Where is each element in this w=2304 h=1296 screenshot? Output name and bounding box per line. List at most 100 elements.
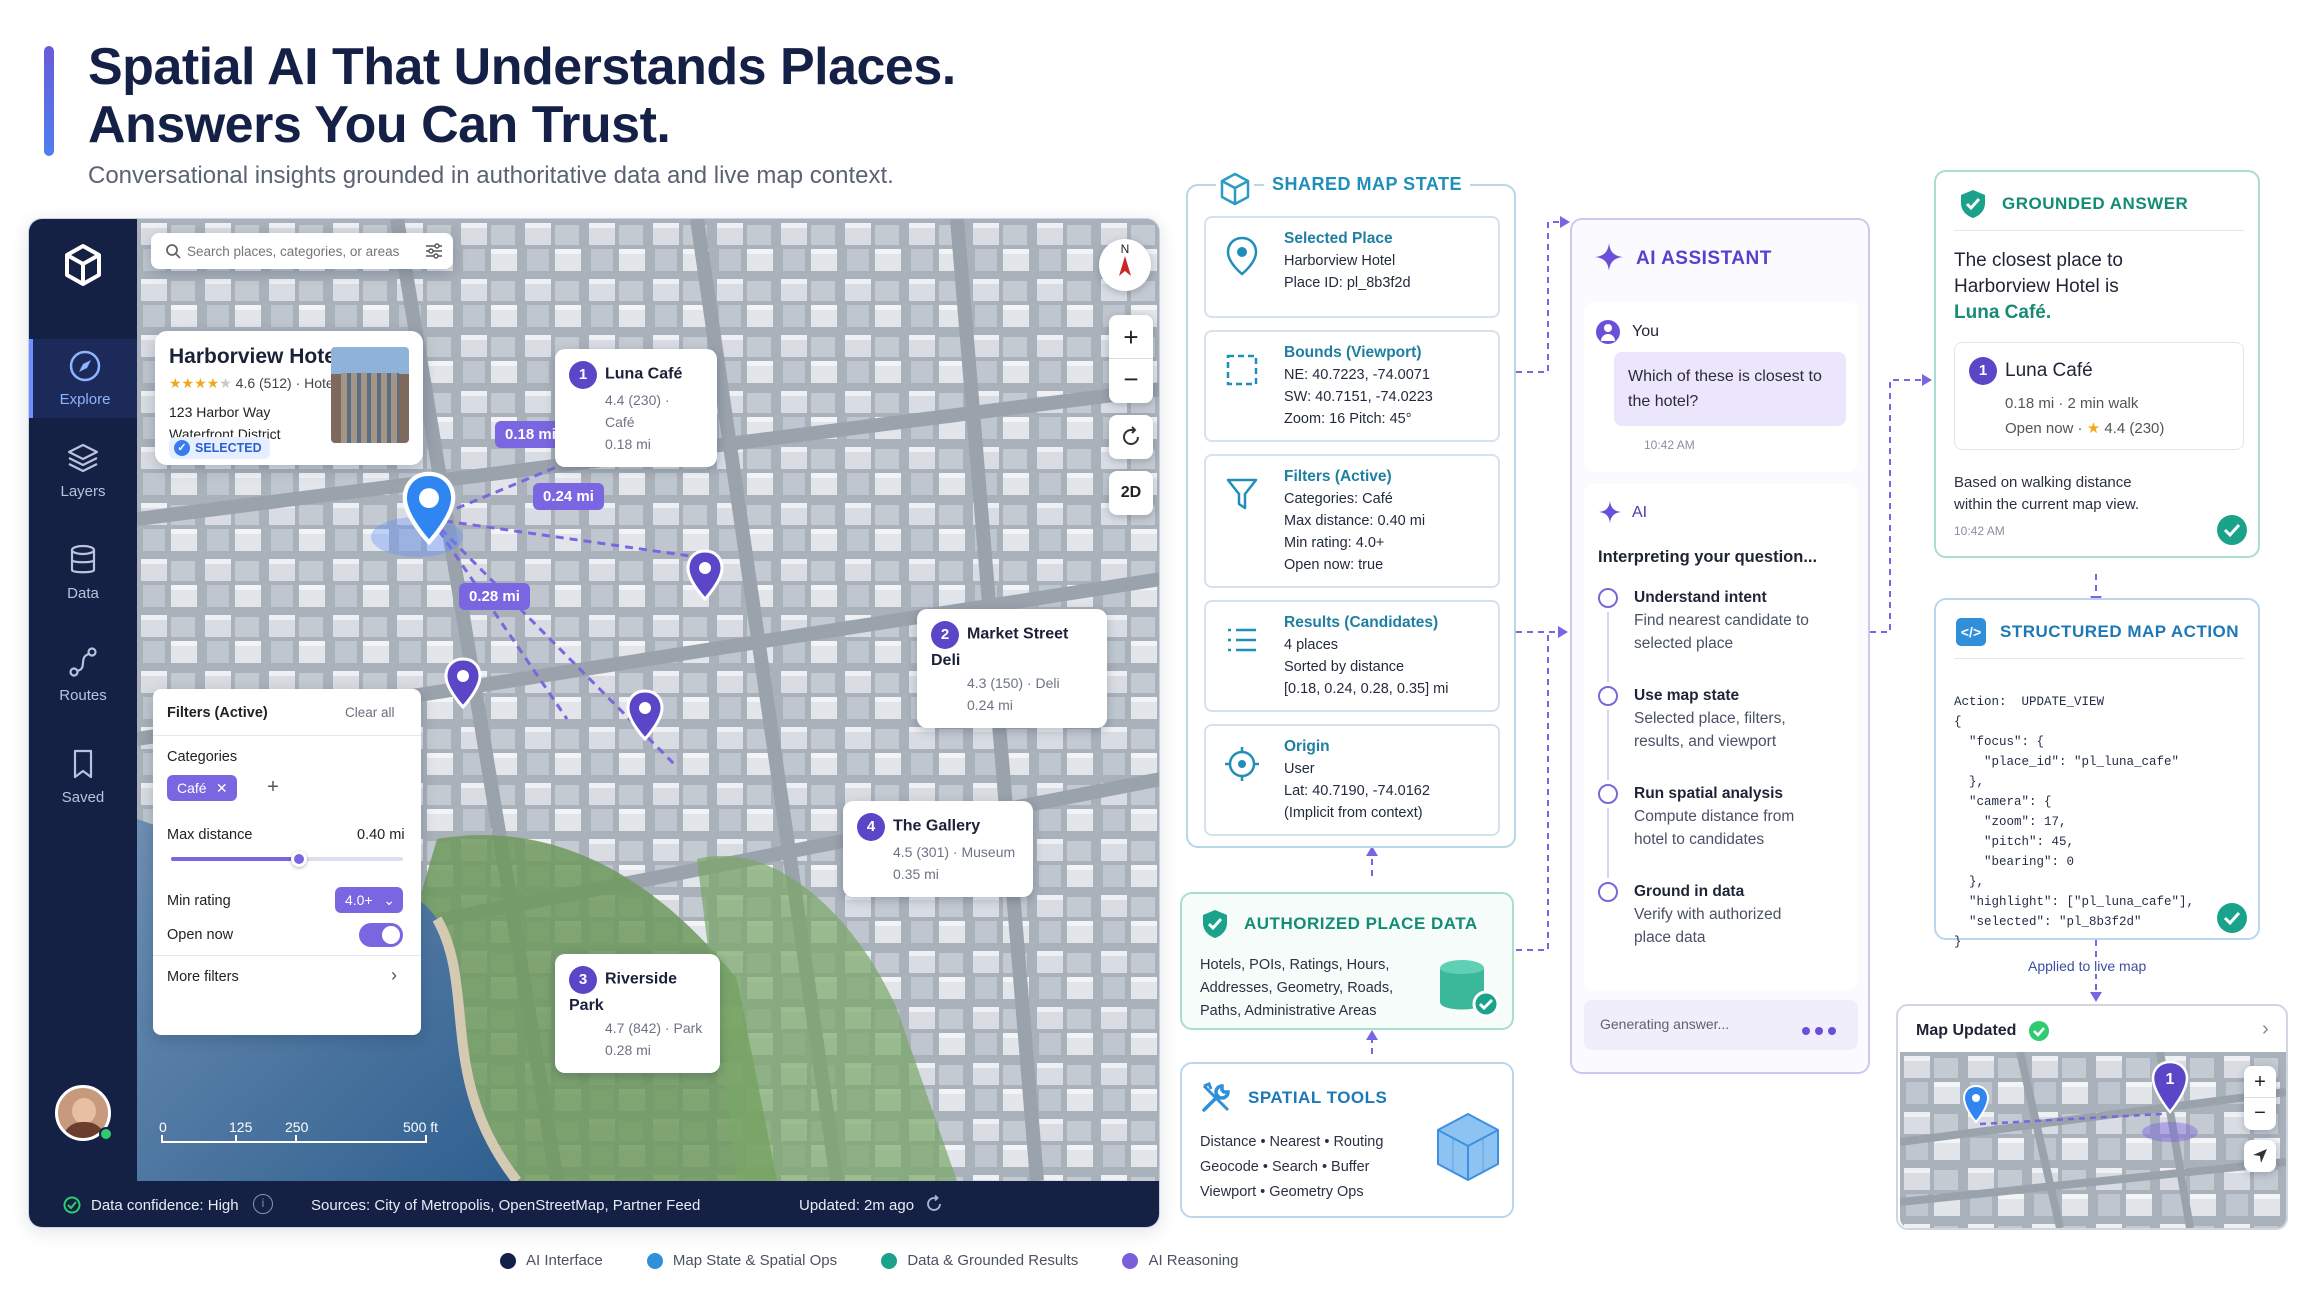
navigation-arrow-icon	[2253, 1149, 2267, 1163]
list-icon	[1228, 628, 1256, 652]
check-circle-icon	[1598, 882, 1618, 902]
place-number-badge: 1	[1969, 357, 1997, 385]
sparkle-icon	[1598, 500, 1622, 524]
check-circle-icon	[1598, 686, 1618, 706]
tools-line: Distance • Nearest • Routing	[1200, 1134, 1384, 1150]
answer-line: The closest place to	[1954, 250, 2123, 271]
state-heading: Origin	[1284, 738, 1330, 755]
state-line: User	[1284, 761, 1315, 777]
state-line: Sorted by distance	[1284, 659, 1405, 675]
state-bounds[interactable]: Bounds (Viewport) NE: 40.7223, -74.0071 SW…	[1204, 330, 1500, 442]
state-line: Max distance: 0.40 mi	[1284, 513, 1426, 529]
generating-bar: Generating answer...	[1584, 1000, 1858, 1050]
legend-dot-map-state	[646, 1253, 663, 1270]
state-results[interactable]: Results (Candidates) 4 places Sorted by di…	[1204, 600, 1500, 712]
state-line: Harborview Hotel	[1284, 253, 1396, 269]
zoom-out-button[interactable]: −	[2244, 1098, 2276, 1130]
map-updated-title: Map Updated	[1916, 1022, 2017, 1039]
grounded-answer-panel: GROUNDED ANSWER The closest place to Har…	[1934, 170, 2260, 558]
locate-button[interactable]	[2244, 1140, 2276, 1172]
state-heading: Filters (Active)	[1284, 468, 1392, 485]
state-line: Categories: Café	[1284, 491, 1393, 507]
state-selected-place[interactable]: Selected Place Harborview Hotel Place ID: …	[1204, 216, 1500, 318]
state-line: (Implicit from context)	[1284, 805, 1423, 821]
data-line: Addresses, Geometry, Roads,	[1200, 980, 1394, 996]
generating-text: Generating answer...	[1600, 1016, 1730, 1032]
result-open: Open now ·	[2005, 420, 2083, 437]
state-line: Min rating: 4.0+	[1284, 535, 1385, 551]
map-updated-panel: Map Updated › 1 + −	[1896, 1004, 2288, 1230]
panel-title: GROUNDED ANSWER	[2002, 194, 2189, 213]
user-message-card: You Which of these is closest to the hot…	[1584, 302, 1858, 472]
check-circle-icon	[1598, 588, 1618, 608]
chevron-right-icon[interactable]: ›	[2262, 1018, 2269, 1041]
action-code-block: Action: UPDATE_VIEW{ "focus": { "place_i…	[1954, 695, 2195, 949]
shield-check-icon	[1203, 910, 1227, 938]
funnel-icon	[1226, 478, 1258, 510]
location-pin-icon	[1226, 236, 1258, 276]
star-icon: ★	[2086, 420, 2101, 437]
tools-line: Viewport • Geometry Ops	[1200, 1184, 1364, 1200]
legend-item: AI Interface	[500, 1252, 603, 1270]
typing-dots-icon	[1802, 1022, 1836, 1040]
reasoning-step: Run spatial analysis Compute distance fro…	[1598, 782, 1824, 851]
3d-cube-icon	[1437, 1112, 1499, 1182]
state-line: Lat: 40.7190, -74.0162	[1284, 783, 1430, 799]
sparkle-icon	[1595, 243, 1623, 271]
verified-check-icon	[2217, 903, 2247, 933]
panel-title: STRUCTURED MAP ACTION	[2000, 622, 2240, 641]
legend: AI Interface Map State & Spatial Ops Dat…	[500, 1252, 1239, 1270]
ai-reasoning-card: AI Interpreting your question... Underst…	[1584, 484, 1858, 990]
legend-dot-ai-reasoning	[1122, 1253, 1139, 1270]
state-heading: Selected Place	[1284, 230, 1393, 247]
check-circle-icon	[1598, 784, 1618, 804]
bounds-icon	[1226, 354, 1258, 386]
state-heading: Results (Candidates)	[1284, 614, 1439, 631]
check-circle-icon	[2029, 1021, 2049, 1041]
state-line: Place ID: pl_8b3f2d	[1284, 275, 1411, 291]
panel-title: SHARED MAP STATE	[1264, 174, 1471, 195]
database-verified-icon	[1440, 960, 1500, 1018]
legend-dot-ai-interface	[500, 1253, 516, 1270]
code-icon: </>	[1956, 618, 1986, 646]
state-line: NE: 40.7223, -74.0071	[1284, 367, 1430, 383]
reasoning-step: Use map state Selected place, filters, re…	[1598, 684, 1824, 753]
legend-item: Data & Grounded Results	[881, 1252, 1078, 1270]
state-line: [0.18, 0.24, 0.28, 0.35] mi	[1284, 681, 1449, 697]
panel-title: AUTHORIZED PLACE DATA	[1244, 914, 1478, 933]
user-avatar-icon	[1596, 320, 1620, 344]
result-name: Luna Café	[2005, 360, 2093, 381]
reasoning-step: Ground in data Verify with authorized pla…	[1598, 880, 1814, 949]
spatial-tools-panel: SPATIAL TOOLS Distance • Nearest • Routi…	[1180, 1062, 1514, 1218]
applied-to-map-label: Applied to live map	[2022, 958, 2153, 974]
crosshair-icon	[1225, 747, 1259, 781]
answer-result-card[interactable]: 1 Luna Café 0.18 mi · 2 min walk Open now…	[1954, 342, 2244, 450]
verified-check-icon	[2217, 515, 2247, 545]
legend-item: AI Reasoning	[1122, 1252, 1239, 1270]
user-label: You	[1632, 323, 1659, 340]
cube-icon	[1216, 170, 1254, 208]
mini-zoom-control: + −	[2244, 1066, 2276, 1130]
basis-line: within the current map view.	[1954, 496, 2140, 513]
data-line: Hotels, POIs, Ratings, Hours,	[1200, 957, 1390, 973]
shield-check-icon	[1961, 190, 1985, 218]
zoom-in-button[interactable]: +	[2244, 1066, 2276, 1098]
state-line: 4 places	[1284, 637, 1339, 653]
state-origin[interactable]: Origin User Lat: 40.7190, -74.0162 (Implici…	[1204, 724, 1500, 836]
panel-title: SPATIAL TOOLS	[1248, 1088, 1388, 1107]
legend-dot-data	[881, 1253, 898, 1270]
reasoning-step: Understand intent Find nearest candidate …	[1598, 586, 1814, 655]
mini-pin-number: 1	[2166, 1071, 2175, 1088]
state-heading: Bounds (Viewport)	[1284, 344, 1422, 361]
basis-line: Based on walking distance	[1954, 474, 2132, 491]
answer-line: Harborview Hotel is	[1954, 276, 2119, 297]
mini-aerial-map: 1	[1900, 1052, 2286, 1228]
data-line: Paths, Administrative Areas	[1200, 1003, 1377, 1019]
tools-icon	[1202, 1082, 1230, 1112]
answer-highlight: Luna Café.	[1954, 302, 2052, 323]
message-time: 10:42 AM	[1954, 524, 2005, 538]
shared-map-state-panel: SHARED MAP STATE Selected Place Harborvie…	[1186, 170, 1516, 848]
mini-map[interactable]: 1 + −	[1900, 1052, 2286, 1228]
interpreting-text: Interpreting your question...	[1598, 548, 1818, 566]
state-filters[interactable]: Filters (Active) Categories: Café Max dist…	[1204, 454, 1500, 588]
